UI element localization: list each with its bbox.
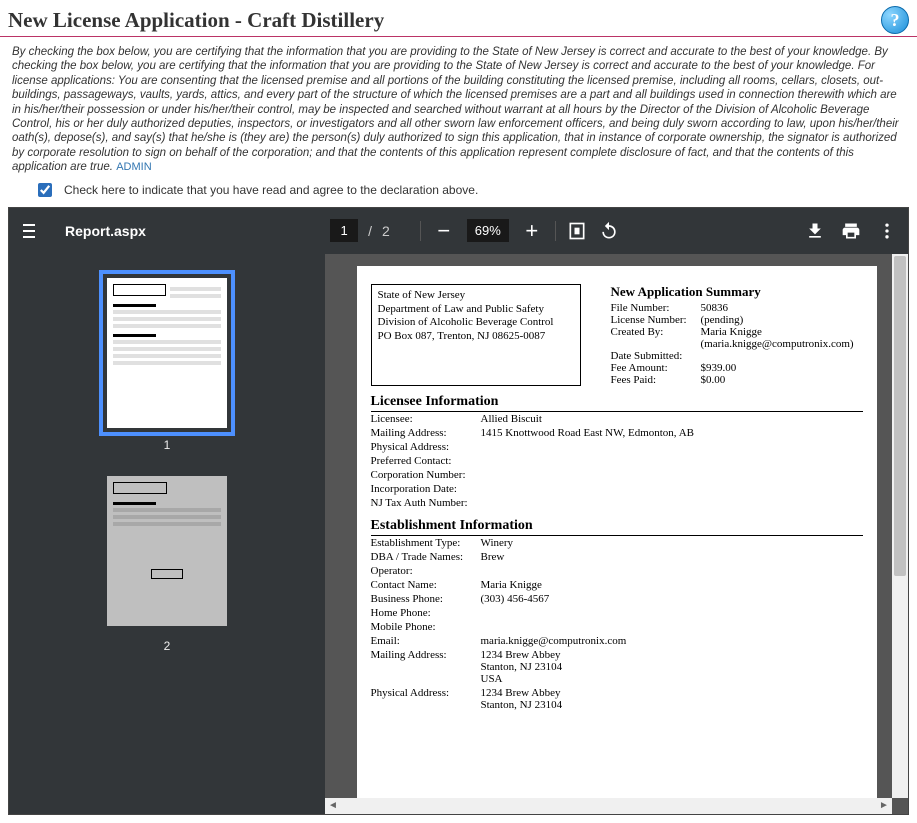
- scroll-right-icon[interactable]: ►: [876, 798, 892, 814]
- pdf-viewer: Report.aspx / 2 − 69% +: [8, 207, 909, 815]
- help-icon[interactable]: ?: [881, 6, 909, 34]
- agree-label: Check here to indicate that you have rea…: [64, 183, 478, 197]
- pdf-filename: Report.aspx: [65, 223, 146, 239]
- zoom-in-button[interactable]: +: [519, 218, 545, 244]
- more-icon[interactable]: [876, 220, 898, 242]
- pdf-toolbar: Report.aspx / 2 − 69% +: [9, 208, 908, 254]
- rotate-icon[interactable]: [598, 220, 620, 242]
- vertical-scrollbar[interactable]: [892, 254, 908, 798]
- thumbnail-label: 2: [9, 639, 325, 653]
- application-summary: New Application Summary File Number:5083…: [611, 284, 863, 386]
- page-panel[interactable]: State of New Jersey Department of Law an…: [325, 254, 908, 814]
- pdf-page: State of New Jersey Department of Law an…: [357, 266, 877, 814]
- download-icon[interactable]: [804, 220, 826, 242]
- fit-page-icon[interactable]: [566, 220, 588, 242]
- horizontal-scrollbar[interactable]: ◄ ►: [325, 798, 892, 814]
- thumbnail-panel[interactable]: 1 2: [9, 254, 325, 814]
- establishment-heading: Establishment Information: [371, 518, 863, 536]
- declaration-text: By checking the box below, you are certi…: [0, 37, 917, 179]
- page-title: New License Application - Craft Distille…: [8, 8, 881, 33]
- print-icon[interactable]: [840, 220, 862, 242]
- thumbnail-label: 1: [9, 438, 325, 452]
- page-number-input[interactable]: [330, 219, 358, 242]
- thumbnail-page-2[interactable]: [107, 476, 227, 626]
- menu-icon[interactable]: [19, 220, 39, 242]
- licensee-heading: Licensee Information: [371, 394, 863, 412]
- page-separator: /: [368, 223, 372, 239]
- admin-link[interactable]: ADMIN: [116, 161, 151, 173]
- thumbnail-page-1[interactable]: [107, 278, 227, 428]
- sender-address: State of New Jersey Department of Law an…: [371, 284, 581, 386]
- page-total: 2: [382, 223, 390, 239]
- zoom-level[interactable]: 69%: [467, 219, 509, 242]
- scroll-left-icon[interactable]: ◄: [325, 798, 341, 814]
- agree-checkbox[interactable]: [38, 183, 52, 197]
- zoom-out-button[interactable]: −: [431, 218, 457, 244]
